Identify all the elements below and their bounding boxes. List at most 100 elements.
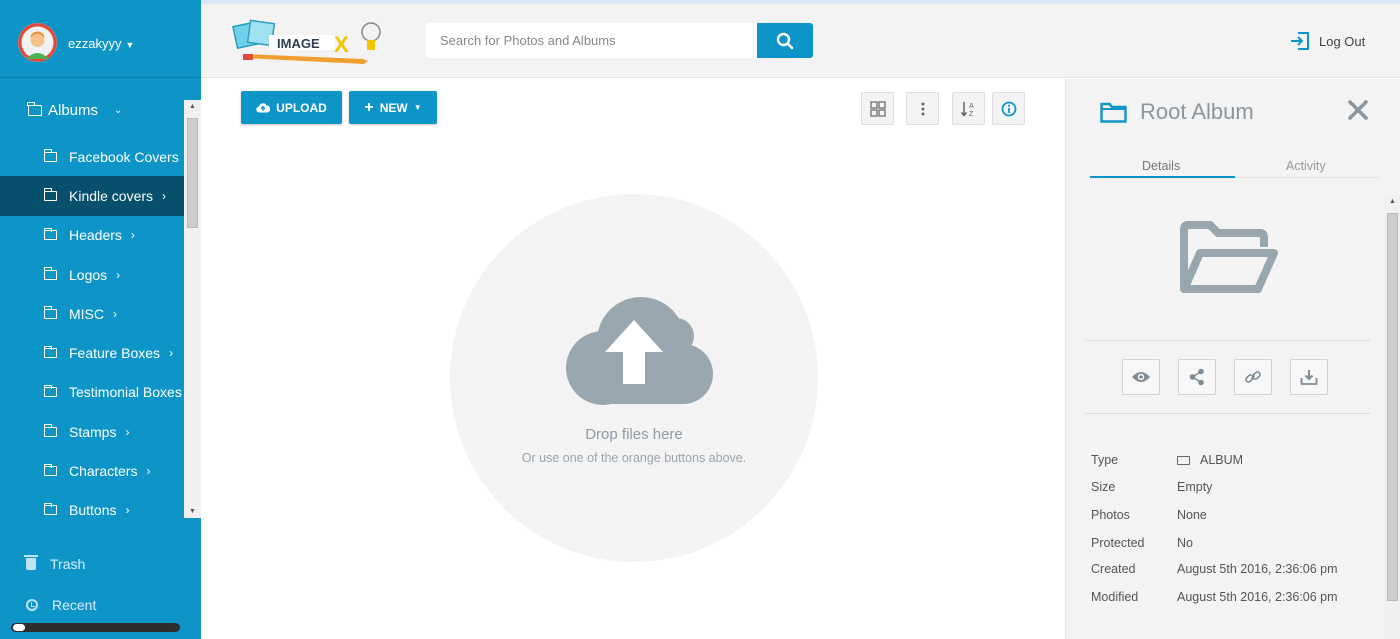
sort-button[interactable]: AZ [952,92,985,125]
scroll-up-arrow-icon[interactable]: ▲ [1384,198,1400,205]
chevron-right-icon: › [125,503,130,518]
album-label: Stamps [69,423,117,440]
main-content: UPLOAD + NEW ▼ AZ Drop files here Or use… [201,79,1065,639]
album-label: Facebook Covers [69,148,179,165]
download-icon [1300,370,1318,385]
scroll-down-arrow-icon[interactable]: ▼ [184,508,201,515]
grid-view-button[interactable] [861,92,894,125]
username[interactable]: ezzakyyy ▼ [68,36,134,51]
albums-label: Albums [48,102,99,119]
album-label: Headers [69,227,122,244]
logout-button[interactable]: Log Out [1289,30,1365,52]
album-label: Testimonial Boxes [69,384,182,401]
album-label: Logos [69,266,108,283]
grid-icon [869,100,886,117]
folder-icon [43,306,57,319]
sidebar-album-testimonial-boxes[interactable]: Testimonial Boxes [0,373,185,412]
sidebar: ezzakyyy ▼ Albums ⌄ Facebook Covers Kindl… [0,0,201,639]
close-panel-button[interactable] [1347,99,1369,126]
album-label: Buttons [69,502,117,519]
recent-label: Recent [52,597,97,613]
folder-open-icon [27,102,42,116]
folder-icon [43,384,57,398]
tab-details[interactable]: Details [1142,159,1180,173]
prop-photos-value: None [1177,508,1207,522]
sidebar-album-characters[interactable]: Characters › [0,451,185,490]
cloud-upload-icon [566,297,713,405]
sidebar-album-feature-boxes[interactable]: Feature Boxes › [0,333,185,372]
prop-created-value: August 5th 2016, 2:36:06 pm [1177,562,1338,576]
prop-type-text: ALBUM [1200,453,1244,467]
more-options-button[interactable] [906,92,939,125]
folder-icon [43,267,57,280]
search-icon [776,32,794,49]
album-label: Characters [69,463,138,480]
sidebar-album-buttons[interactable]: Buttons › [0,491,185,530]
cloud-upload-icon [256,103,271,113]
sidebar-album-kindle-covers[interactable]: Kindle covers › [0,176,185,216]
prop-modified-value: August 5th 2016, 2:36:06 pm [1177,590,1338,604]
download-button[interactable] [1290,359,1328,395]
folder-icon [43,227,57,241]
album-list-scrollbar[interactable]: ▲ ▼ [184,100,201,518]
details-panel: Root Album Details Activity Type ALBUM S… [1065,79,1400,639]
logo[interactable]: IMAGE X [231,18,386,74]
panel-tabs: Details Activity [1090,145,1379,178]
folder-icon [43,463,57,477]
chevron-right-icon: › [125,424,130,439]
share-icon [1189,368,1204,386]
folder-icon [43,345,57,359]
link-icon [1245,371,1261,383]
avatar[interactable] [18,23,57,62]
sidebar-horizontal-scrollbar[interactable] [11,623,180,632]
drop-zone-subtitle: Or use one of the orange buttons above. [521,451,747,465]
album-label: Kindle covers [69,187,154,204]
folder-open-icon [1180,221,1278,293]
new-button[interactable]: + NEW ▼ [349,91,437,124]
drop-zone[interactable]: Drop files here Or use one of the orange… [450,194,818,562]
scrollbar-thumb[interactable] [187,118,198,228]
upload-button[interactable]: UPLOAD [241,91,342,124]
trash-label: Trash [50,556,86,572]
scroll-up-arrow-icon[interactable]: ▲ [184,103,201,110]
share-button[interactable] [1178,359,1216,395]
search-input[interactable] [426,23,757,58]
chevron-right-icon: › [130,228,135,243]
albums-toggle[interactable]: Albums ⌄ [27,102,122,119]
tab-activity[interactable]: Activity [1286,159,1326,173]
new-label: NEW [379,100,408,115]
prop-size-label: Size [1091,480,1116,494]
sidebar-album-headers[interactable]: Headers › [0,216,185,255]
sidebar-album-logos[interactable]: Logos › [0,255,185,294]
sort-alpha-icon: AZ [960,101,974,118]
folder-icon [43,502,57,516]
clock-icon [26,599,38,611]
prop-modified-label: Modified [1091,590,1139,604]
panel-title: Root Album [1140,99,1254,124]
scrollbar-thumb[interactable] [1387,213,1398,601]
album-label: MISC [69,305,104,322]
panel-scrollbar[interactable]: ▲ [1384,195,1400,639]
chevron-right-icon: › [116,267,121,282]
logout-label: Log Out [1319,33,1366,49]
trash-icon [24,555,38,570]
search-button[interactable] [757,23,813,58]
preview-button[interactable] [1122,359,1160,395]
svg-text:A: A [969,103,974,110]
caret-down-icon: ▼ [413,103,422,112]
prop-created-label: Created [1091,562,1136,576]
sidebar-item-recent[interactable]: Recent [26,597,96,613]
caret-down-icon: ▼ [125,40,135,50]
album-label: Feature Boxes [69,345,161,362]
sidebar-item-trash[interactable]: Trash [24,555,86,572]
sign-out-icon [1291,32,1309,50]
sidebar-album-stamps[interactable]: Stamps › [0,412,185,451]
info-button[interactable] [992,92,1025,125]
chevron-right-icon: › [169,346,174,361]
sidebar-album-misc[interactable]: MISC › [0,294,185,333]
header: IMAGE X Log Out [201,4,1400,78]
copy-link-button[interactable] [1234,359,1272,395]
sidebar-album-facebook-covers[interactable]: Facebook Covers [0,137,185,176]
close-icon [1348,100,1368,120]
user-menu[interactable]: ezzakyyy ▼ [0,4,201,78]
